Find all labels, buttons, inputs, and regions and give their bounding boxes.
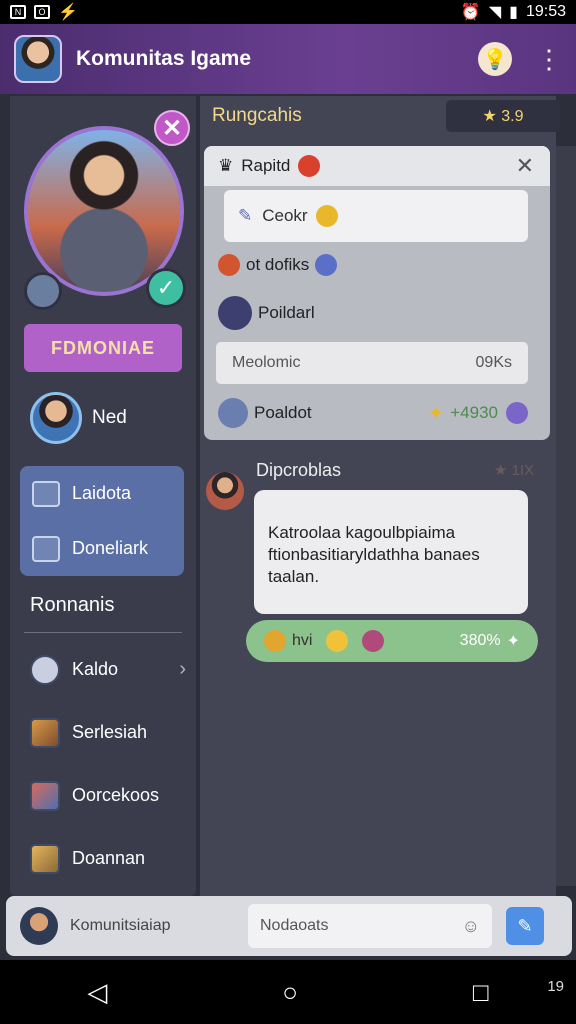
card-header: ♛ Rapitd ✕ — [204, 146, 550, 186]
main-panel: Rungcahis ★ 3.9 ♛ Rapitd ✕ ✎ Ceokr ot do… — [200, 96, 560, 896]
search-input[interactable]: Meolomic 09Ks — [216, 342, 528, 384]
menu-item-oorcekoos[interactable]: Oorcekoos — [24, 764, 190, 827]
notification-icon: N — [10, 5, 26, 19]
nav-item-laidota[interactable]: Laidota — [20, 466, 184, 521]
chevron-right-icon: › — [179, 658, 186, 680]
close-icon[interactable]: ✕ — [516, 153, 534, 179]
emoji-icon[interactable]: ☺ — [462, 916, 480, 937]
card-bottom-row[interactable]: Poaldot ✦ +4930 — [218, 398, 534, 428]
send-button[interactable]: ✎ — [506, 907, 544, 945]
app-avatar[interactable] — [14, 35, 62, 83]
more-menu-icon[interactable]: ⋮ — [536, 46, 562, 72]
menu-item-label: Serlesiah — [72, 722, 148, 742]
card-input-text: Ceokr — [262, 206, 308, 225]
section-title: Ronnanis — [30, 594, 115, 616]
gem-icon — [315, 254, 338, 276]
message-input-text: Nodaoats — [260, 917, 329, 934]
menu-item-label: Kaldo — [72, 659, 119, 679]
status-time: 19:53 — [525, 3, 566, 20]
nav-item-label: Doneliark — [72, 538, 149, 558]
sparkle-icon: ✦ — [506, 633, 520, 650]
battery-icon: ▮ — [509, 4, 518, 21]
app-title: Komunitas Igame — [76, 47, 252, 70]
gem-icon — [506, 402, 528, 424]
sun-icon — [315, 205, 338, 227]
chat-header: Dipcroblas ★ 1IX — [204, 452, 550, 488]
user-row[interactable]: Ned — [30, 392, 127, 444]
nav-item-doneliark[interactable]: Doneliark — [20, 521, 184, 576]
chat-message: Katroolaa kagoulbpiaima ftionbasitiaryld… — [254, 490, 528, 614]
emoji-row: ot dofiks — [218, 254, 343, 276]
back-icon[interactable]: ◁ — [87, 977, 107, 1008]
user-icon — [32, 480, 60, 507]
divider — [24, 632, 182, 633]
system-nav-bar: ◁ ○ □ 19 — [0, 960, 576, 1024]
blade-icon — [30, 843, 60, 874]
level-badge — [24, 272, 62, 310]
reaction-label: hvi — [292, 632, 313, 649]
search-left: Meolomic — [232, 354, 301, 371]
nav-time: 19 — [547, 978, 564, 995]
menu-item-serlesiah[interactable]: Serlesiah — [24, 701, 190, 764]
card-bottom-score: +4930 — [450, 403, 498, 422]
right-panel-edge — [556, 146, 576, 886]
menu-item-label: Oorcekoos — [72, 785, 160, 805]
bottom-bar: Komunitsiaiap Nodaoats ☺ ✎ — [6, 896, 572, 956]
chat-area: Dipcroblas ★ 1IX Katroolaa kagoulbpiaima… — [204, 452, 550, 882]
heart-icon — [218, 254, 240, 276]
chat-title: Dipcroblas — [256, 459, 342, 480]
sparkle-icon: ✦ — [427, 402, 445, 425]
candy-icon — [362, 630, 385, 652]
bottom-avatar[interactable] — [20, 907, 58, 945]
user-avatar — [30, 392, 82, 444]
menu-item-doannan[interactable]: Doannan — [24, 827, 190, 890]
nav-item-label: Laidota — [72, 483, 132, 503]
app-bar: Komunitas Igame 💡 ⋮ — [0, 24, 576, 94]
nav-group: Laidota Doneliark — [20, 466, 184, 576]
group-icon — [30, 654, 60, 685]
sword-icon — [30, 717, 60, 748]
user-avatar — [218, 296, 252, 330]
alarm-icon: ⏰ — [460, 4, 481, 21]
emoji-row-text: ot dofiks — [246, 255, 310, 274]
status-bar: N O ⚡ ⏰ ◥ ▮ 19:53 — [0, 0, 576, 24]
wifi-icon: ◥ — [488, 4, 502, 21]
card-bottom-label: Poaldot — [254, 403, 312, 422]
pencil-icon: ✎ — [238, 206, 253, 225]
trophy-icon: ♛ — [218, 156, 234, 175]
message-input[interactable]: Nodaoats ☺ — [248, 904, 492, 948]
card-user-name: Poildarl — [258, 303, 315, 322]
check-icon: ✓ — [146, 268, 186, 308]
card-user-row[interactable]: Poildarl — [218, 296, 315, 330]
card-input[interactable]: ✎ Ceokr — [224, 190, 528, 242]
chat-avatar[interactable] — [206, 472, 244, 510]
bomb-icon — [298, 155, 321, 177]
profile-badge-button[interactable]: FDMONIAE — [24, 324, 182, 372]
score-badge: ★ 3.9 — [446, 100, 560, 132]
shield-icon — [218, 398, 248, 428]
reaction-percent: 380% — [459, 632, 501, 649]
image-icon — [32, 535, 60, 562]
menu-item-kaldo[interactable]: Kaldo › — [24, 638, 190, 701]
bottom-label: Komunitsiaiap — [70, 917, 171, 934]
home-icon[interactable]: ○ — [282, 977, 298, 1008]
recents-icon[interactable]: □ — [473, 977, 489, 1008]
lightbulb-icon[interactable]: 💡 — [478, 42, 512, 76]
rank-label: ★ 1IX — [493, 462, 534, 479]
user-name: Ned — [92, 407, 127, 428]
menu-list: Kaldo › Serlesiah Oorcekoos Doannan — [24, 638, 190, 890]
smile-icon — [326, 630, 349, 652]
tools-icon — [30, 780, 60, 811]
card-title: Rapitd — [241, 156, 291, 175]
coin-icon — [264, 630, 286, 652]
notification-icon: O — [34, 5, 50, 19]
close-button[interactable]: ✕ — [154, 110, 190, 146]
menu-item-label: Doannan — [72, 848, 146, 868]
sidebar: ✓ ✕ FDMONIAE Ned Laidota Doneliark Ronna… — [10, 96, 196, 896]
search-right: 09Ks — [475, 354, 512, 371]
rapid-card: ♛ Rapitd ✕ ✎ Ceokr ot dofiks Poildarl Me… — [204, 146, 550, 440]
wifi-off-icon: ⚡ — [58, 4, 78, 21]
reaction-bar[interactable]: hvi 380% ✦ — [246, 620, 538, 662]
